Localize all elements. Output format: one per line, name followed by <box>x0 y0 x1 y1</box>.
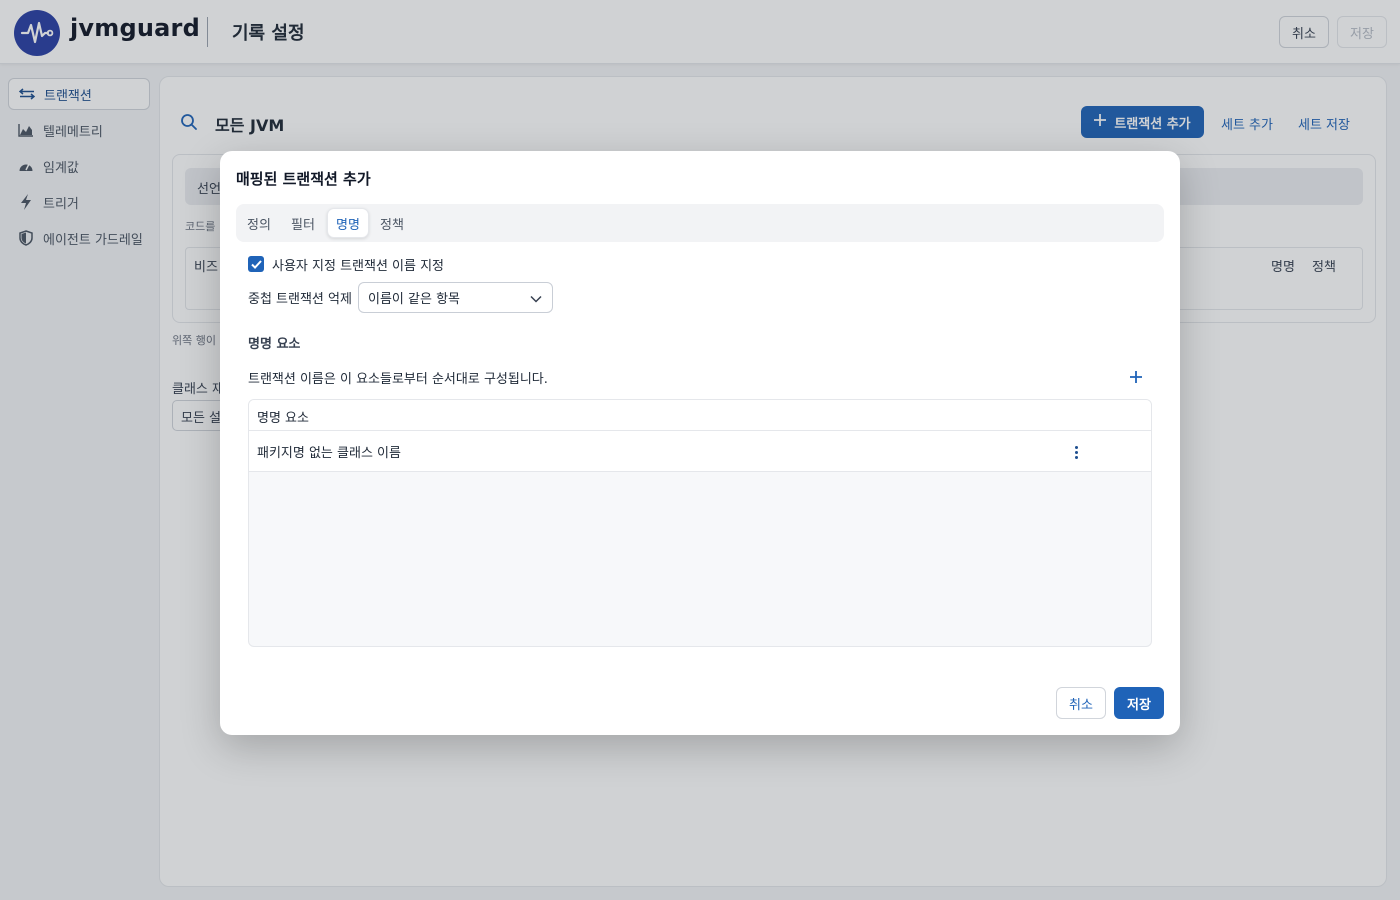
tab-naming[interactable]: 명명 <box>327 208 369 238</box>
suppress-nested-value: 이름이 같은 항목 <box>368 292 460 307</box>
add-naming-element-button[interactable] <box>1126 367 1146 387</box>
dialog-save-button[interactable]: 저장 <box>1114 687 1164 719</box>
tab-filter[interactable]: 필터 <box>284 208 322 238</box>
tab-definition[interactable]: 정의 <box>240 208 278 238</box>
suppress-nested-label: 중첩 트랜잭션 억제 <box>248 292 352 307</box>
dialog-title: 매핑된 트랜잭션 추가 <box>236 170 371 188</box>
custom-name-checkbox[interactable] <box>248 256 264 272</box>
plus-icon <box>1130 371 1142 383</box>
naming-element-label: 패키지명 없는 클래스 이름 <box>257 446 401 461</box>
checkmark-icon <box>250 259 262 269</box>
add-mapped-transaction-dialog: 매핑된 트랜잭션 추가 정의 필터 명명 정책 사용자 지정 트랜잭션 이름 지… <box>220 151 1180 735</box>
more-options-icon[interactable] <box>1067 443 1085 461</box>
tab-policy[interactable]: 정책 <box>373 208 411 238</box>
suppress-nested-select[interactable]: 이름이 같은 항목 <box>358 282 553 313</box>
grid-header: 명명 요소 <box>249 400 1151 431</box>
chevron-down-icon <box>530 292 542 307</box>
naming-elements-grid: 명명 요소 패키지명 없는 클래스 이름 <box>248 399 1152 647</box>
naming-elements-description: 트랜잭션 이름은 이 요소들로부터 순서대로 구성됩니다. <box>248 372 548 387</box>
naming-elements-title: 명명 요소 <box>248 337 301 352</box>
custom-name-checkbox-label[interactable]: 사용자 지정 트랜잭션 이름 지정 <box>272 255 444 274</box>
table-row[interactable]: 패키지명 없는 클래스 이름 <box>249 431 1151 472</box>
dialog-tabs: 정의 필터 명명 정책 <box>236 204 1164 242</box>
dialog-cancel-button[interactable]: 취소 <box>1056 687 1106 719</box>
